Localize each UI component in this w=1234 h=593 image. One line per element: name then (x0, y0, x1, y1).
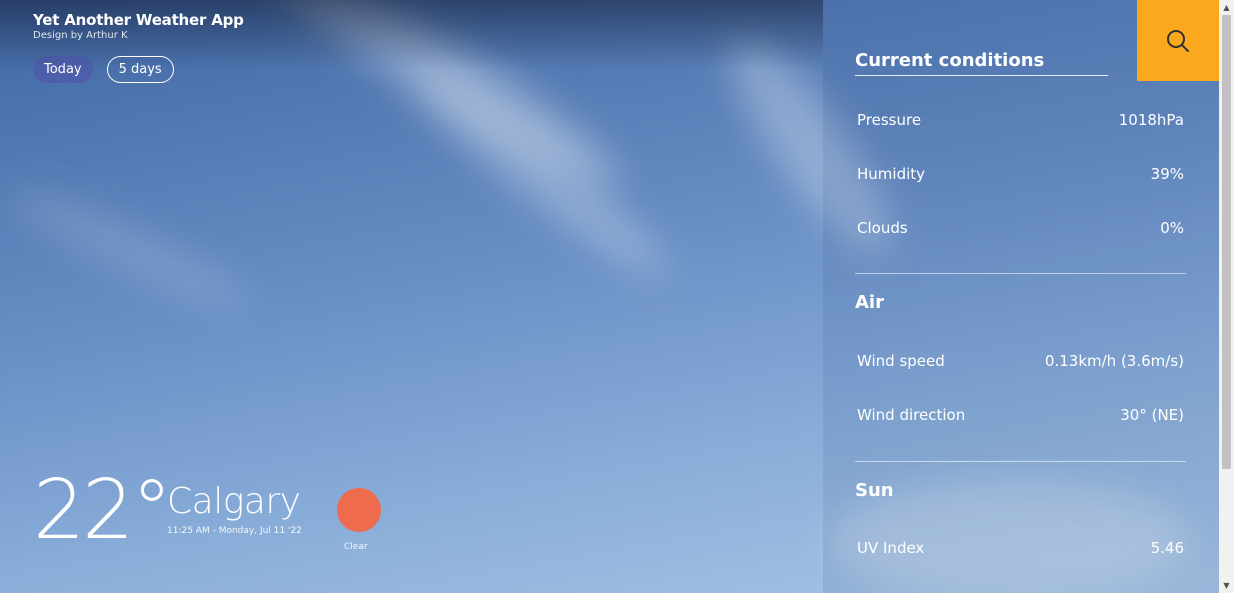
row-label: Pressure (857, 111, 922, 129)
row-pressure: Pressure 1018hPa (857, 111, 1184, 129)
app-subtitle: Design by Arthur K (33, 30, 128, 41)
tab-today[interactable]: Today (33, 56, 93, 83)
row-clouds: Clouds 0% (857, 219, 1184, 237)
row-label: Wind direction (857, 406, 966, 424)
app-title: Yet Another Weather App (33, 11, 244, 29)
row-label: UV Index (857, 539, 925, 557)
brand: Yet Another Weather App Design by Arthur… (33, 11, 244, 41)
row-humidity: Humidity 39% (857, 165, 1184, 183)
title-underline (855, 75, 1108, 76)
row-value: 1018hPa (1118, 111, 1184, 129)
divider (855, 273, 1186, 274)
city-name: Calgary (167, 481, 301, 522)
row-value: 5.46 (1150, 539, 1184, 557)
row-wind-direction: Wind direction 30° (NE) (857, 406, 1184, 424)
tab-5-days[interactable]: 5 days (106, 56, 174, 83)
row-label: Clouds (857, 219, 908, 237)
temperature: 22° (33, 463, 172, 558)
view-tabs: Today 5 days (33, 56, 174, 83)
row-label: Humidity (857, 165, 926, 183)
section-title-sun: Sun (855, 480, 894, 501)
search-button[interactable] (1137, 0, 1219, 81)
row-value: 0% (1160, 219, 1184, 237)
row-uv-index: UV Index 5.46 (857, 539, 1184, 557)
search-icon (1167, 29, 1189, 52)
scroll-down-icon[interactable]: ▼ (1219, 578, 1234, 593)
section-title-air: Air (855, 292, 884, 313)
row-value: 0.13km/h (3.6m/s) (1044, 352, 1184, 370)
date-time: 11:25 AM - Monday, Jul 11 '22 (167, 526, 302, 536)
scroll-thumb[interactable] (1222, 15, 1231, 469)
scroll-up-icon[interactable]: ▲ (1219, 0, 1234, 15)
sun-icon (337, 488, 381, 532)
divider (855, 461, 1186, 462)
cloud-streak (3, 176, 257, 324)
row-value: 39% (1150, 165, 1184, 183)
section-title-current-conditions: Current conditions (855, 50, 1045, 71)
row-label: Wind speed (857, 352, 945, 370)
scrollbar[interactable]: ▲ ▼ (1219, 0, 1234, 593)
row-value: 30° (NE) (1120, 406, 1184, 424)
cloud-streak (398, 56, 682, 294)
row-wind-speed: Wind speed 0.13km/h (3.6m/s) (857, 352, 1184, 370)
condition-label: Clear (344, 542, 368, 552)
